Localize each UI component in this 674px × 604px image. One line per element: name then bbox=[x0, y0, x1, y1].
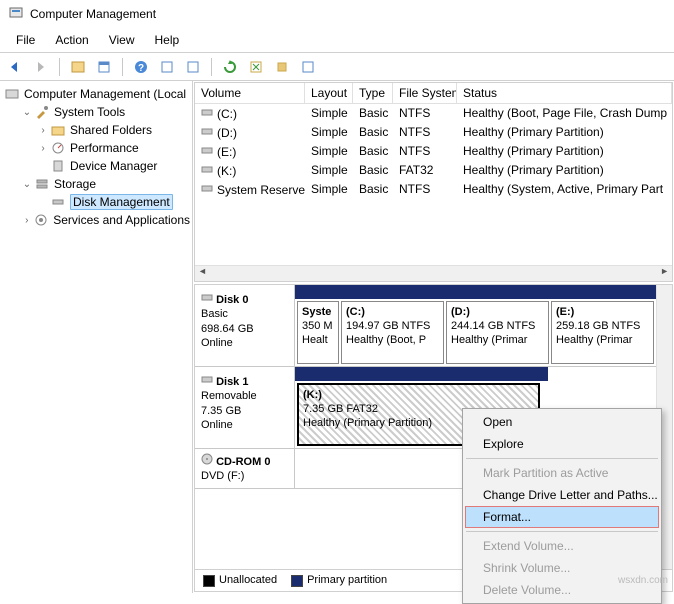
expand-icon[interactable]: ⌄ bbox=[20, 107, 34, 118]
drive-icon bbox=[201, 106, 213, 121]
title-bar: Computer Management bbox=[0, 0, 674, 28]
tree-label: Shared Folders bbox=[70, 123, 152, 137]
tree-label: Computer Management (Local bbox=[24, 87, 186, 101]
horizontal-scrollbar[interactable] bbox=[195, 265, 672, 281]
ctx-separator bbox=[466, 458, 658, 459]
tree-label: System Tools bbox=[54, 105, 125, 119]
device-icon bbox=[50, 159, 66, 173]
show-hide-tree-button[interactable] bbox=[67, 56, 89, 78]
volume-list: Volume Layout Type File System Status (C… bbox=[194, 82, 673, 282]
app-icon bbox=[8, 5, 24, 24]
disk-stripe bbox=[295, 367, 548, 381]
col-volume[interactable]: Volume bbox=[195, 83, 305, 103]
col-status[interactable]: Status bbox=[457, 83, 672, 103]
tree-disk-management[interactable]: Disk Management bbox=[2, 193, 190, 211]
menu-bar: File Action View Help bbox=[0, 28, 674, 53]
tools-icon bbox=[34, 105, 50, 119]
navigation-tree[interactable]: Computer Management (Local ⌄ System Tool… bbox=[0, 81, 193, 593]
properties-button[interactable] bbox=[93, 56, 115, 78]
toolbar-button[interactable] bbox=[182, 56, 204, 78]
tree-system-tools[interactable]: ⌄ System Tools bbox=[2, 103, 190, 121]
partition[interactable]: (C:) 194.97 GB NTFS Healthy (Boot, P bbox=[341, 301, 444, 364]
refresh-button[interactable] bbox=[219, 56, 241, 78]
expand-icon[interactable]: › bbox=[36, 125, 50, 136]
disk-icon bbox=[50, 195, 66, 209]
tree-services-apps[interactable]: › Services and Applications bbox=[2, 211, 190, 229]
ctx-explore[interactable]: Explore bbox=[465, 433, 659, 455]
disk-header[interactable]: Disk 1 Removable 7.35 GB Online bbox=[195, 367, 295, 448]
legend-unallocated: Unallocated bbox=[203, 574, 277, 586]
ctx-extend[interactable]: Extend Volume... bbox=[465, 535, 659, 557]
col-type[interactable]: Type bbox=[353, 83, 393, 103]
volume-list-header: Volume Layout Type File System Status bbox=[195, 83, 672, 104]
ctx-mark-active[interactable]: Mark Partition as Active bbox=[465, 462, 659, 484]
toolbar-separator bbox=[211, 58, 212, 76]
tree-label: Disk Management bbox=[70, 194, 173, 210]
ctx-change-letter[interactable]: Change Drive Letter and Paths... bbox=[465, 484, 659, 506]
toolbar-button[interactable] bbox=[297, 56, 319, 78]
expand-icon[interactable]: › bbox=[36, 143, 50, 154]
drive-icon bbox=[201, 125, 213, 140]
partition[interactable]: (E:) 259.18 GB NTFS Healthy (Primar bbox=[551, 301, 654, 364]
volume-row[interactable]: (C:) Simple Basic NTFS Healthy (Boot, Pa… bbox=[195, 104, 672, 123]
folder-icon bbox=[50, 123, 66, 137]
disk-stripe bbox=[295, 285, 656, 299]
tree-label: Performance bbox=[70, 141, 139, 155]
toolbar: ? bbox=[0, 53, 674, 81]
menu-file[interactable]: File bbox=[6, 30, 45, 50]
volume-list-body: (C:) Simple Basic NTFS Healthy (Boot, Pa… bbox=[195, 104, 672, 265]
toolbar-separator bbox=[59, 58, 60, 76]
cdrom-icon bbox=[201, 456, 213, 468]
services-icon bbox=[34, 213, 50, 227]
expand-icon[interactable]: › bbox=[20, 215, 34, 226]
disk-header[interactable]: Disk 0 Basic 698.64 GB Online bbox=[195, 285, 295, 366]
toolbar-button[interactable] bbox=[245, 56, 267, 78]
partition[interactable]: (D:) 244.14 GB NTFS Healthy (Primar bbox=[446, 301, 549, 364]
tree-device-manager[interactable]: Device Manager bbox=[2, 157, 190, 175]
col-filesystem[interactable]: File System bbox=[393, 83, 457, 103]
disk-row: Disk 0 Basic 698.64 GB Online Syste 350 … bbox=[195, 285, 656, 367]
menu-action[interactable]: Action bbox=[45, 30, 98, 50]
help-button[interactable]: ? bbox=[130, 56, 152, 78]
window-title: Computer Management bbox=[30, 7, 156, 21]
back-button[interactable] bbox=[4, 56, 26, 78]
tree-label: Services and Applications bbox=[53, 213, 190, 227]
drive-icon bbox=[201, 144, 213, 159]
legend-primary: Primary partition bbox=[291, 574, 387, 586]
col-layout[interactable]: Layout bbox=[305, 83, 353, 103]
tree-label: Storage bbox=[54, 177, 96, 191]
disk-icon bbox=[201, 376, 213, 388]
forward-button[interactable] bbox=[30, 56, 52, 78]
volume-row[interactable]: (D:) Simple Basic NTFS Healthy (Primary … bbox=[195, 123, 672, 142]
disk-icon bbox=[201, 294, 213, 306]
partition[interactable]: Syste 350 M Healt bbox=[297, 301, 339, 364]
watermark: wsxdn.com bbox=[618, 575, 668, 586]
tree-label: Device Manager bbox=[70, 159, 157, 173]
drive-icon bbox=[201, 182, 213, 197]
computer-icon bbox=[4, 87, 20, 101]
ctx-format[interactable]: Format... bbox=[465, 506, 659, 528]
disk-header[interactable]: CD-ROM 0 DVD (F:) bbox=[195, 449, 295, 488]
expand-icon[interactable]: ⌄ bbox=[20, 179, 34, 190]
toolbar-button[interactable] bbox=[271, 56, 293, 78]
storage-icon bbox=[34, 177, 50, 191]
svg-text:?: ? bbox=[138, 63, 144, 74]
menu-help[interactable]: Help bbox=[145, 30, 190, 50]
ctx-separator bbox=[466, 531, 658, 532]
disk-map-area: Syste 350 M Healt (C:) 194.97 GB NTFS He… bbox=[295, 285, 656, 366]
ctx-open[interactable]: Open bbox=[465, 411, 659, 433]
toolbar-separator bbox=[122, 58, 123, 76]
volume-row[interactable]: (E:) Simple Basic NTFS Healthy (Primary … bbox=[195, 142, 672, 161]
menu-view[interactable]: View bbox=[99, 30, 145, 50]
volume-row[interactable]: (K:) Simple Basic FAT32 Healthy (Primary… bbox=[195, 161, 672, 180]
tree-shared-folders[interactable]: › Shared Folders bbox=[2, 121, 190, 139]
performance-icon bbox=[50, 141, 66, 155]
toolbar-button[interactable] bbox=[156, 56, 178, 78]
tree-performance[interactable]: › Performance bbox=[2, 139, 190, 157]
tree-storage[interactable]: ⌄ Storage bbox=[2, 175, 190, 193]
volume-row[interactable]: System Reserved Simple Basic NTFS Health… bbox=[195, 180, 672, 199]
drive-icon bbox=[201, 163, 213, 178]
tree-root[interactable]: Computer Management (Local bbox=[2, 85, 190, 103]
